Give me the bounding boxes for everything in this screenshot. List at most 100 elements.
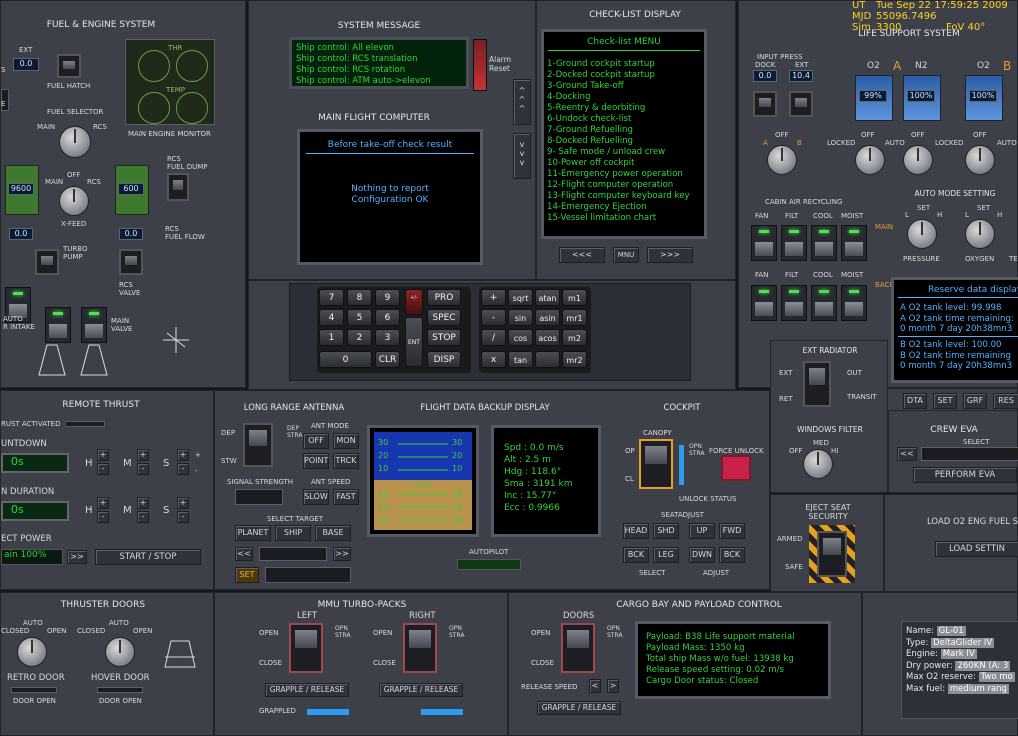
checklist-next-button[interactable]: >>> <box>647 247 693 263</box>
backup-moist-switch[interactable] <box>841 285 867 321</box>
checklist-item[interactable]: 15-Vessel limitation chart <box>547 213 690 224</box>
hover-door-knob[interactable] <box>105 637 135 667</box>
duration-h-up[interactable]: + <box>97 497 109 509</box>
ant-speed-fast-button[interactable]: FAST <box>333 489 359 505</box>
duration-s-up[interactable]: + <box>177 497 189 509</box>
duration-m-up[interactable]: + <box>137 497 149 509</box>
release-speed-up[interactable]: > <box>607 679 619 693</box>
force-unlock-button[interactable] <box>721 455 751 481</box>
backup-cool-switch[interactable] <box>811 285 837 321</box>
key-stop[interactable]: STOP <box>427 329 461 346</box>
key-divide[interactable]: / <box>481 329 506 346</box>
duration-h-down[interactable]: - <box>97 511 109 523</box>
ext-press-switch[interactable] <box>789 91 813 117</box>
key-m2[interactable]: m2 <box>562 329 587 346</box>
crew-eva-prev-button[interactable]: << <box>897 447 917 461</box>
ant-mode-off-button[interactable]: OFF <box>303 433 329 449</box>
checklist-item[interactable]: 2-Docked cockpit startup <box>547 70 690 81</box>
duration-m-down[interactable]: - <box>137 511 149 523</box>
o2a-valve-knob[interactable] <box>855 145 885 175</box>
main-valve-switch-left[interactable] <box>45 307 71 343</box>
checklist-scroll-up-button[interactable]: ^ ^ ^ <box>513 79 531 125</box>
countdown-h-down[interactable]: - <box>97 463 109 475</box>
reserve-res-button[interactable]: RES <box>993 393 1018 409</box>
checklist-item[interactable]: 5-Reentry & deorbiting <box>547 103 690 114</box>
key-0[interactable]: 0 <box>319 351 372 368</box>
key-sign[interactable]: +/- <box>405 289 423 315</box>
reserve-grf-button[interactable]: GRF <box>963 393 987 409</box>
key-3[interactable]: 3 <box>375 329 400 346</box>
dock-press-switch[interactable] <box>753 91 777 117</box>
fuel-selector-knob[interactable] <box>59 126 91 158</box>
key-clr[interactable]: CLR <box>375 351 400 368</box>
checklist-item[interactable]: 10-Power off cockpit <box>547 158 690 169</box>
cargo-doors-switch[interactable] <box>561 623 595 673</box>
checklist-item[interactable]: 4-Docking <box>547 92 690 103</box>
key-5[interactable]: 5 <box>347 309 372 326</box>
seat-head-button[interactable]: HEAD <box>623 523 649 539</box>
main-moist-switch[interactable] <box>841 225 867 261</box>
key-mr2[interactable]: mr2 <box>562 351 587 368</box>
checklist-item[interactable]: 13-Flight computer keyboard key <box>547 191 690 202</box>
checklist-item[interactable]: 6-Undock check-list <box>547 114 690 125</box>
key-pro[interactable]: PRO <box>427 289 461 306</box>
key-sqrt[interactable]: sqrt <box>508 289 533 306</box>
key-spec[interactable]: SPEC <box>427 309 461 326</box>
key-blank[interactable] <box>535 351 560 368</box>
seat-dwn-button[interactable]: DWN <box>689 547 715 563</box>
start-stop-button[interactable]: START / STOP <box>95 549 201 565</box>
load-settings-button[interactable]: LOAD SETTIN <box>935 541 1018 557</box>
target-planet-button[interactable]: PLANET <box>235 525 271 541</box>
countdown-m-up[interactable]: + <box>137 449 149 461</box>
retro-door-knob[interactable] <box>17 637 47 667</box>
mmu-left-switch[interactable] <box>289 623 323 673</box>
reserve-set-button[interactable]: SET <box>933 393 957 409</box>
mmu-right-grapple-button[interactable]: GRAPPLE / RELEASE <box>379 683 463 697</box>
turbo-pump-switch[interactable] <box>35 249 59 275</box>
countdown-s-down[interactable]: - <box>177 463 189 475</box>
seat-leg-button[interactable]: LEG <box>653 547 679 563</box>
fuel-hatch-switch[interactable] <box>57 54 81 78</box>
mmu-right-switch[interactable] <box>403 623 437 673</box>
key-ent[interactable]: ENT <box>405 317 423 367</box>
target-ship-button[interactable]: SHIP <box>275 525 311 541</box>
duration-s-down[interactable]: - <box>177 511 189 523</box>
checklist-item[interactable]: 9- Safe mode / unload crew <box>547 147 690 158</box>
alarm-reset-button[interactable] <box>473 39 487 91</box>
target-base-button[interactable]: BASE <box>315 525 351 541</box>
windows-filter-knob[interactable] <box>803 449 833 479</box>
tank-selector-knob[interactable] <box>767 145 797 175</box>
key-atan[interactable]: atan <box>535 289 560 306</box>
key-m1[interactable]: m1 <box>562 289 587 306</box>
key-2[interactable]: 2 <box>347 329 372 346</box>
ant-speed-slow-button[interactable]: SLOW <box>303 489 329 505</box>
oxygen-set-knob[interactable] <box>965 219 995 249</box>
target-select-field[interactable] <box>259 547 327 561</box>
countdown-m-down[interactable]: - <box>137 463 149 475</box>
seat-bck2-button[interactable]: BCK <box>719 547 745 563</box>
key-mr1[interactable]: mr1 <box>562 309 587 326</box>
canopy-switch[interactable] <box>639 439 673 489</box>
xfeed-knob[interactable] <box>59 186 89 216</box>
key-sin[interactable]: sin <box>508 309 533 326</box>
checklist-menu-button[interactable]: MNU <box>613 247 639 263</box>
backup-fan-switch[interactable] <box>751 285 777 321</box>
key-cos[interactable]: cos <box>508 329 533 346</box>
checklist-item[interactable]: 11-Emergency power operation <box>547 169 690 180</box>
checklist-item[interactable]: 14-Emergency Ejection <box>547 202 690 213</box>
key-4[interactable]: 4 <box>319 309 344 326</box>
n2-valve-knob[interactable] <box>903 145 933 175</box>
countdown-h-up[interactable]: + <box>97 449 109 461</box>
power-next-button[interactable]: >> <box>67 550 87 564</box>
key-multiply[interactable]: x <box>481 351 506 368</box>
antenna-deploy-switch[interactable] <box>243 423 273 467</box>
seat-shd-button[interactable]: SHD <box>653 523 679 539</box>
target-set-button[interactable]: SET <box>235 567 259 583</box>
main-cool-switch[interactable] <box>811 225 837 261</box>
key-8[interactable]: 8 <box>347 289 372 306</box>
seat-up-button[interactable]: UP <box>689 523 715 539</box>
checklist-item[interactable]: 8-Docked Refuelling <box>547 136 690 147</box>
main-fan-switch[interactable] <box>751 225 777 261</box>
main-valve-switch-right[interactable] <box>81 307 107 343</box>
perform-eva-button[interactable]: PERFORM EVA <box>913 467 1017 483</box>
